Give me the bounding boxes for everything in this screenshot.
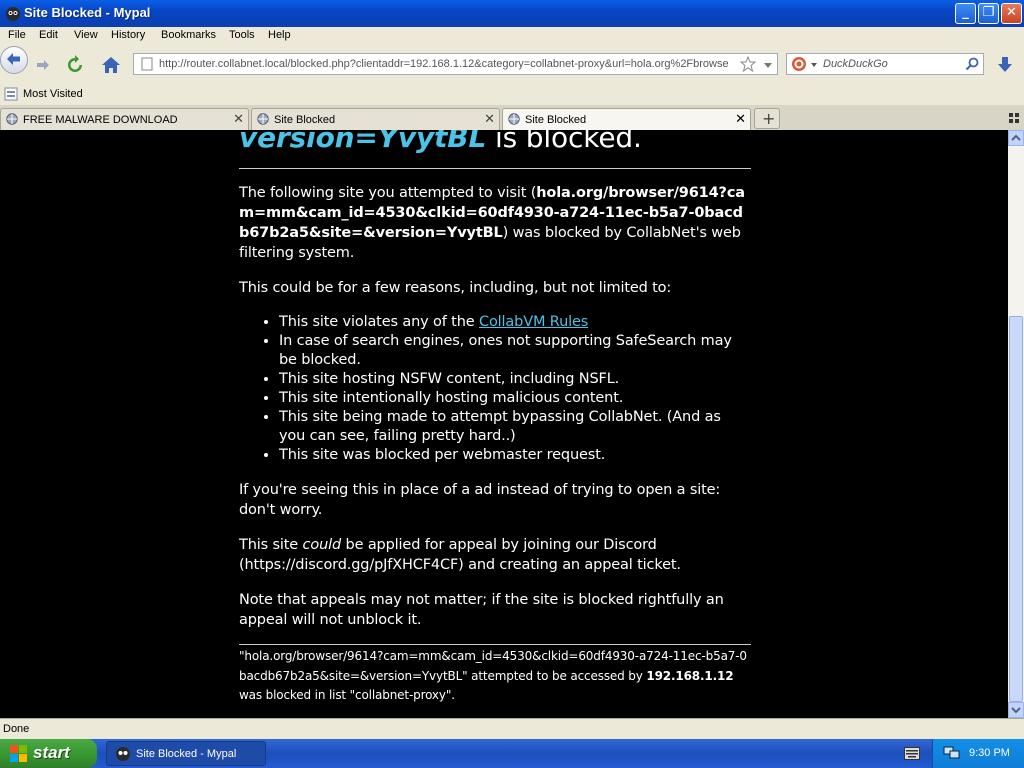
appeal-emphasis: could xyxy=(302,537,342,553)
new-tab-button[interactable]: + xyxy=(754,108,780,129)
plus-icon: + xyxy=(762,109,776,128)
collabvm-rules-link[interactable]: CollabVM Rules xyxy=(479,314,588,330)
list-item: This site violates any of the CollabVM R… xyxy=(279,313,751,332)
bookmark-label: Most Visited xyxy=(23,88,83,100)
page-heading: version=YvytBL is blocked. xyxy=(239,130,751,156)
url-dropdown-icon[interactable] xyxy=(762,59,774,71)
list-item: In case of search engines, ones not supp… xyxy=(279,332,751,370)
scroll-thumb[interactable] xyxy=(1009,316,1023,702)
keyboard-icon[interactable] xyxy=(904,747,920,760)
back-arrow-icon xyxy=(7,53,20,65)
bookmark-star-icon[interactable] xyxy=(740,56,756,72)
restore-icon: ❐ xyxy=(982,5,995,20)
tab-label: Site Blocked xyxy=(274,114,336,126)
engine-dropdown-icon[interactable] xyxy=(810,61,818,69)
menu-view[interactable]: View xyxy=(74,29,98,41)
globe-icon xyxy=(257,113,269,125)
appeal-note-paragraph: Note that appeals may not matter; if the… xyxy=(239,592,724,628)
tab-label: FREE MALWARE DOWNLOAD xyxy=(23,114,178,126)
globe-icon xyxy=(6,113,18,125)
footer-text-end: was blocked in list "collabnet-proxy". xyxy=(239,688,455,702)
vertical-scrollbar[interactable] xyxy=(1008,130,1024,718)
network-icon[interactable] xyxy=(943,745,961,761)
divider xyxy=(239,168,751,169)
heading-text: is blocked. xyxy=(486,130,642,154)
reason-text: This site violates any of the xyxy=(279,314,479,330)
scroll-down-button[interactable] xyxy=(1008,702,1024,718)
system-tray: 9:30 PM xyxy=(932,739,1024,768)
heading-blocked-url: version=YvytBL xyxy=(239,130,487,154)
close-icon: ✕ xyxy=(1006,5,1017,20)
windows-logo-icon xyxy=(10,745,27,762)
forward-button[interactable] xyxy=(33,55,53,75)
menu-help[interactable]: Help xyxy=(268,29,291,41)
globe-icon xyxy=(508,113,520,125)
most-visited-icon xyxy=(4,87,18,101)
scroll-up-icon xyxy=(1011,134,1021,141)
tab-site-blocked-1[interactable]: Site Blocked ✕ xyxy=(251,108,500,130)
tab-strip: FREE MALWARE DOWNLOAD ✕ Site Blocked ✕ S… xyxy=(0,105,1024,131)
maximize-button[interactable]: ❐ xyxy=(978,3,999,24)
page-viewport[interactable]: version=YvytBL is blocked. The following… xyxy=(0,130,1008,718)
appeal-paragraph: This site could be applied for appeal by… xyxy=(239,535,751,575)
minimize-icon: _ xyxy=(962,5,969,20)
reload-button[interactable] xyxy=(64,54,86,76)
taskbar-item-mypal[interactable]: Site Blocked - Mypal xyxy=(106,741,266,766)
tab-close-icon[interactable]: ✕ xyxy=(484,112,495,127)
search-placeholder: DuckDuckGo xyxy=(823,58,888,70)
mypal-app-icon xyxy=(116,747,130,761)
intro-paragraph: The following site you attempted to visi… xyxy=(239,183,751,263)
reasons-list: This site violates any of the CollabVM R… xyxy=(239,313,751,465)
back-button[interactable] xyxy=(0,46,28,74)
bookmarks-toolbar: Most Visited xyxy=(0,84,1024,105)
status-bar: Done xyxy=(0,718,1024,739)
title-bar[interactable]: Site Blocked - Mypal _ ❐ ✕ xyxy=(0,0,1024,27)
taskbar: start Site Blocked - Mypal 9:30 PM xyxy=(0,739,1024,768)
clock[interactable]: 9:30 PM xyxy=(969,747,1010,759)
menu-tools[interactable]: Tools xyxy=(229,29,255,41)
window-title: Site Blocked - Mypal xyxy=(24,5,151,20)
scroll-down-icon xyxy=(1011,707,1021,714)
duckduckgo-icon[interactable] xyxy=(791,56,807,72)
home-button[interactable] xyxy=(100,54,122,76)
start-button[interactable]: start xyxy=(0,739,97,768)
menu-bar: File Edit View History Bookmarks Tools H… xyxy=(0,27,1024,46)
list-item: This site being made to attempt bypassin… xyxy=(279,408,751,446)
status-text: Done xyxy=(3,723,30,735)
minimize-button[interactable]: _ xyxy=(955,3,976,24)
list-item: This site intentionally hosting maliciou… xyxy=(279,389,751,408)
intro-text: The following site you attempted to visi… xyxy=(239,185,537,201)
menu-edit[interactable]: Edit xyxy=(39,29,58,41)
start-label: start xyxy=(33,743,70,762)
ad-note-paragraph: If you're seeing this in place of a ad i… xyxy=(239,482,721,518)
search-icon[interactable] xyxy=(965,57,979,71)
tab-list-icon[interactable] xyxy=(1008,112,1020,124)
blocked-page: version=YvytBL is blocked. The following… xyxy=(239,130,751,706)
menu-file[interactable]: File xyxy=(8,29,26,41)
page-icon xyxy=(141,57,153,71)
tab-site-blocked-active[interactable]: Site Blocked ✕ xyxy=(502,108,751,131)
reasons-intro: This could be for a few reasons, includi… xyxy=(239,280,672,296)
scroll-up-button[interactable] xyxy=(1008,130,1024,146)
appeal-text: This site xyxy=(239,537,303,553)
search-bar[interactable]: DuckDuckGo xyxy=(786,53,984,75)
menu-history[interactable]: History xyxy=(111,29,145,41)
client-ip: 192.168.1.12 xyxy=(646,668,734,683)
navigation-toolbar: http://router.collabnet.local/blocked.ph… xyxy=(0,46,1024,84)
mypal-app-icon xyxy=(6,7,20,21)
list-item: This site hosting NSFW content, includin… xyxy=(279,370,751,389)
taskbar-item-label: Site Blocked - Mypal xyxy=(136,748,237,760)
menu-bookmarks[interactable]: Bookmarks xyxy=(161,29,216,41)
tab-close-icon[interactable]: ✕ xyxy=(233,112,244,127)
tab-close-icon[interactable]: ✕ xyxy=(735,112,746,127)
close-window-button[interactable]: ✕ xyxy=(1001,3,1022,24)
tab-label: Site Blocked xyxy=(525,114,587,126)
address-bar[interactable]: http://router.collabnet.local/blocked.ph… xyxy=(133,53,778,75)
tab-free-malware-download[interactable]: FREE MALWARE DOWNLOAD ✕ xyxy=(0,108,249,130)
footer-divider xyxy=(239,644,751,645)
list-item: This site was blocked per webmaster requ… xyxy=(279,446,751,465)
footer-info: "hola.org/browser/9614?cam=mm&cam_id=453… xyxy=(239,647,751,706)
url-text: http://router.collabnet.local/blocked.ph… xyxy=(159,58,729,70)
downloads-button[interactable] xyxy=(994,54,1016,76)
